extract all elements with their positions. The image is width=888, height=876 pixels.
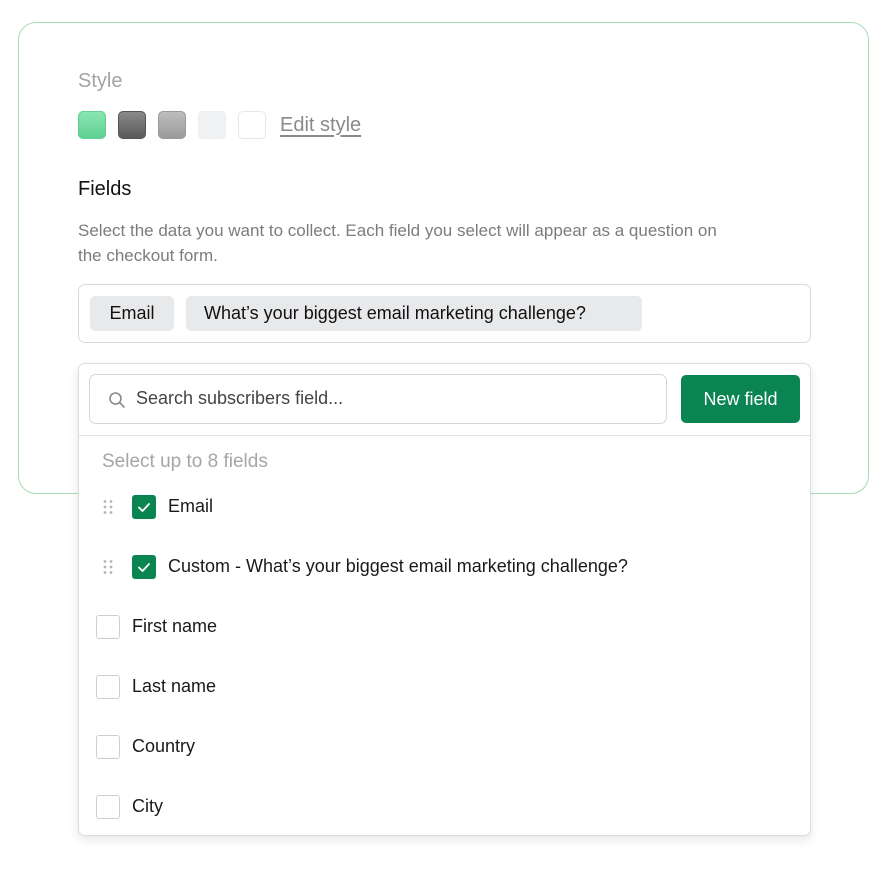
- field-option-city[interactable]: City: [79, 792, 810, 822]
- swatch-white[interactable]: [238, 111, 266, 139]
- swatch-dark-gray[interactable]: [118, 111, 146, 139]
- checkbox-unchecked[interactable]: [96, 675, 120, 699]
- field-option-first-name[interactable]: First name: [79, 612, 810, 642]
- swatch-light-gray[interactable]: [198, 111, 226, 139]
- option-label: First name: [132, 616, 218, 636]
- new-field-button[interactable]: New field: [681, 375, 800, 423]
- option-label: Email: [168, 496, 214, 516]
- style-swatches: Edit style: [78, 111, 361, 139]
- option-label: Last name: [132, 676, 217, 696]
- field-chip[interactable]: Email: [90, 296, 174, 331]
- drag-handle-icon[interactable]: [102, 559, 114, 575]
- checkmark-icon: [138, 563, 150, 572]
- page: Style Edit style Fields Select the data …: [0, 0, 888, 876]
- field-option-custom-challenge[interactable]: Custom - What’s your biggest email marke…: [79, 552, 810, 582]
- select-limit-hint: Select up to 8 fields: [102, 451, 268, 472]
- checkbox-checked[interactable]: [132, 555, 156, 579]
- checkbox-unchecked[interactable]: [96, 735, 120, 759]
- swatch-gray[interactable]: [158, 111, 186, 139]
- checkbox-unchecked[interactable]: [96, 615, 120, 639]
- edit-style-link[interactable]: Edit style: [280, 114, 361, 137]
- swatch-green[interactable]: [78, 111, 106, 139]
- style-label: Style: [78, 70, 123, 92]
- checkmark-icon: [138, 503, 150, 512]
- selected-fields-box[interactable]: Email What’s your biggest email marketin…: [78, 284, 811, 343]
- field-option-last-name[interactable]: Last name: [79, 672, 810, 702]
- drag-handle-icon[interactable]: [102, 499, 114, 515]
- field-option-country[interactable]: Country: [79, 732, 810, 762]
- checkbox-checked[interactable]: [132, 495, 156, 519]
- option-label: City: [132, 796, 163, 816]
- option-label: Custom - What’s your biggest email marke…: [168, 556, 628, 576]
- field-option-email[interactable]: Email: [79, 492, 810, 522]
- option-label: Country: [132, 736, 196, 756]
- fields-description: Select the data you want to collect. Eac…: [78, 221, 717, 265]
- search-icon: [109, 392, 125, 408]
- search-placeholder: Search subscribers field...: [136, 388, 344, 408]
- fields-dropdown: Search subscribers field... New field Se…: [78, 363, 811, 836]
- dropdown-search-row: Search subscribers field... New field: [79, 364, 810, 436]
- field-chip[interactable]: What’s your biggest email marketing chal…: [186, 296, 642, 331]
- checkbox-unchecked[interactable]: [96, 795, 120, 819]
- fields-title: Fields: [78, 178, 132, 200]
- search-input[interactable]: Search subscribers field...: [89, 374, 667, 424]
